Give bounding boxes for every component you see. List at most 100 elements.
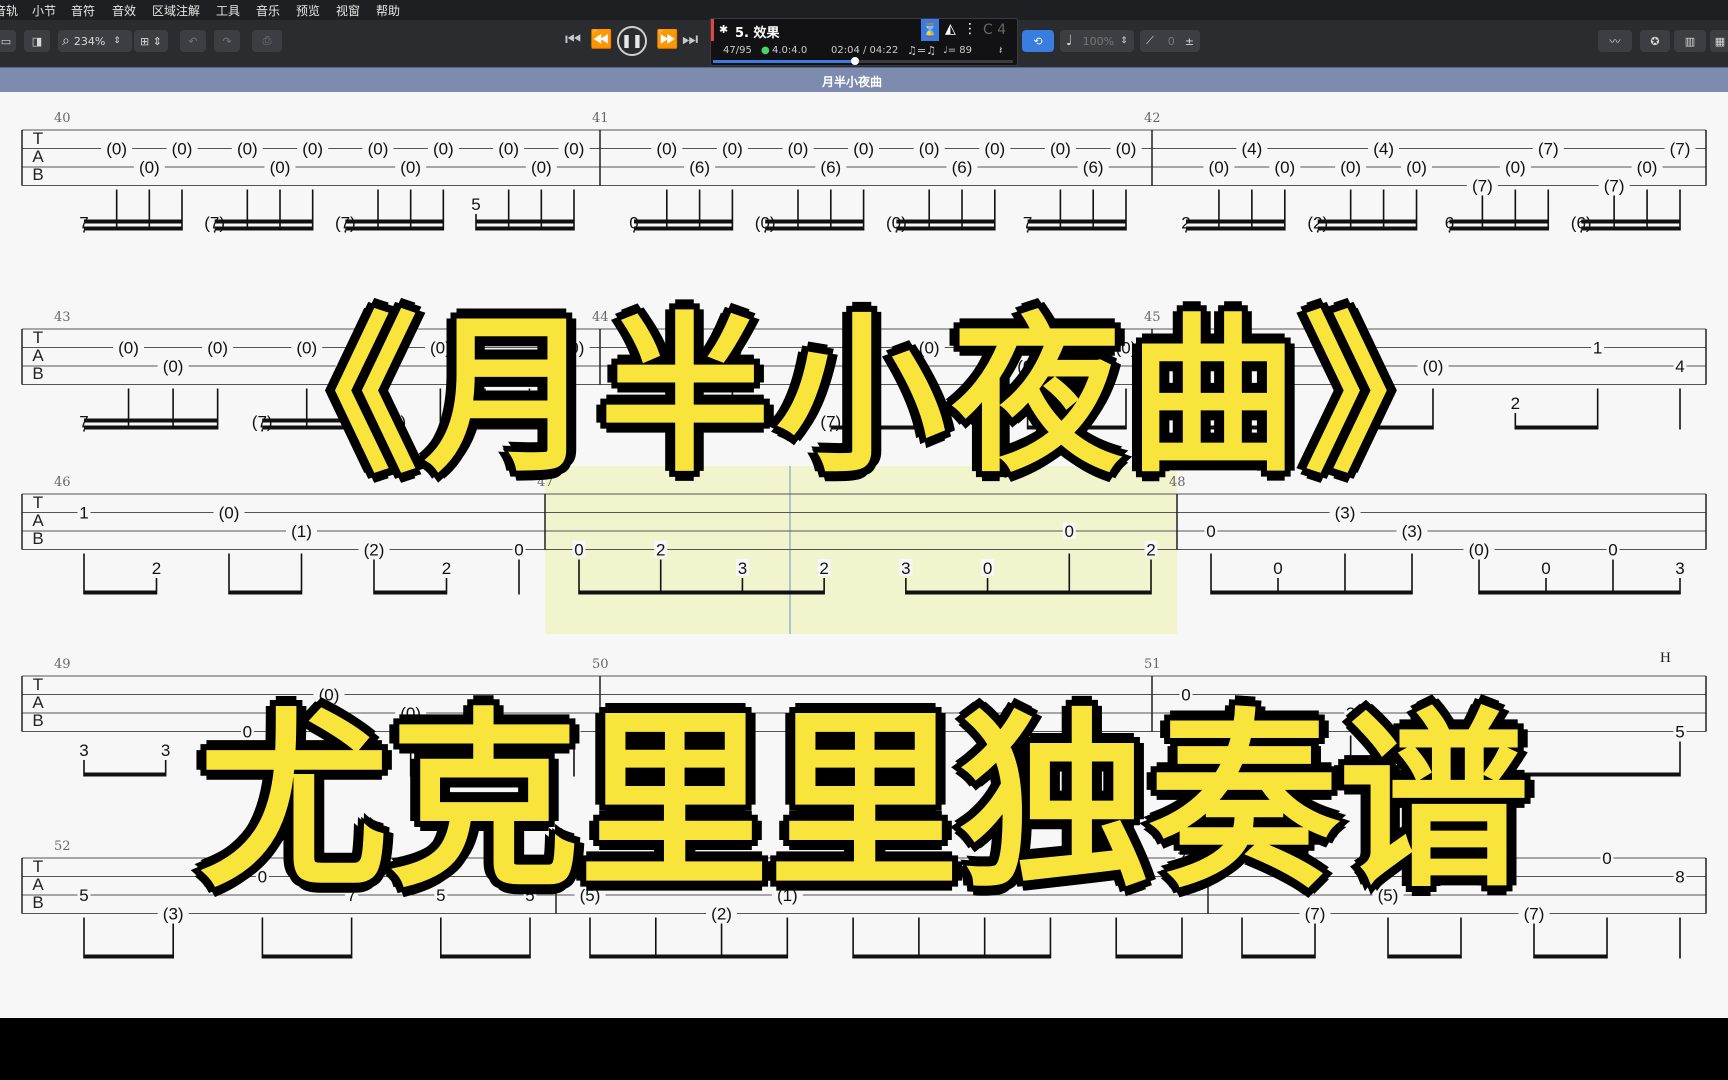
fret-number: 1 bbox=[79, 504, 88, 523]
hourglass-icon[interactable]: ⌛ bbox=[921, 19, 939, 41]
fret-number: 0 bbox=[1206, 522, 1215, 541]
bug-icon: ✱ bbox=[719, 23, 729, 36]
fret-number: (0) bbox=[219, 504, 240, 523]
fret-number: (0) bbox=[400, 158, 421, 177]
progress-knob[interactable] bbox=[850, 57, 859, 65]
beam bbox=[1479, 590, 1680, 595]
fret-number: (0) bbox=[919, 140, 940, 159]
menu-annotation[interactable]: 区域注解 bbox=[152, 2, 200, 19]
fast-forward-icon[interactable]: ⏩ bbox=[656, 31, 678, 49]
beam bbox=[1449, 219, 1549, 224]
pitch-value: 0 bbox=[1167, 34, 1175, 48]
bar-number: 42 bbox=[1144, 111, 1161, 126]
menu-music[interactable]: 音乐 bbox=[256, 2, 280, 19]
fret-number: (0) bbox=[722, 140, 743, 159]
fret-number: (4) bbox=[1373, 140, 1394, 159]
beam bbox=[1388, 954, 1461, 959]
page-view-icon[interactable]: ▭ bbox=[0, 30, 16, 52]
bar-number: 41 bbox=[592, 111, 609, 126]
fret-number: (6) bbox=[820, 158, 841, 177]
beam bbox=[1211, 590, 1412, 595]
menu-bar-measure[interactable]: 小节 bbox=[32, 2, 56, 19]
bar-position: 47/95 bbox=[723, 45, 752, 56]
beam bbox=[84, 226, 182, 231]
beam bbox=[1242, 954, 1315, 959]
pause-button[interactable]: ❚❚ bbox=[617, 26, 647, 56]
guitar-icon[interactable]: ▦ bbox=[1710, 30, 1728, 52]
playback-progress[interactable] bbox=[713, 57, 1013, 65]
zoom-icon: ⌕ bbox=[62, 33, 70, 49]
beam bbox=[896, 226, 995, 231]
redo-icon[interactable]: ↷ bbox=[214, 30, 240, 52]
fret-number: (0) bbox=[1469, 541, 1490, 560]
track-color-marker bbox=[711, 19, 714, 41]
skip-start-icon[interactable]: ⏮ bbox=[565, 31, 581, 49]
fret-number: 0 bbox=[514, 541, 523, 560]
stepper-icon: ⇕ bbox=[1120, 36, 1128, 46]
print-icon[interactable]: ⎙ bbox=[252, 30, 282, 52]
progress-fill bbox=[713, 60, 855, 63]
skip-end-icon[interactable]: ⏭ bbox=[682, 31, 698, 49]
fret-number: 2 bbox=[152, 559, 161, 578]
menu-help[interactable]: 帮助 bbox=[376, 2, 400, 19]
fret-number: (7) bbox=[1670, 140, 1691, 159]
beam bbox=[1186, 226, 1285, 231]
beam bbox=[476, 219, 574, 224]
fret-number: (0) bbox=[1340, 158, 1361, 177]
menu-effects[interactable]: 音效 bbox=[112, 2, 136, 19]
panel-toggle-icon[interactable]: ◨ bbox=[24, 30, 50, 52]
beam bbox=[262, 954, 352, 959]
fret-number: (0) bbox=[984, 140, 1005, 159]
metronome-icon[interactable]: ◭ bbox=[945, 21, 956, 37]
volume-control[interactable]: ♩ 100% ⇕ bbox=[1060, 30, 1134, 52]
rewind-icon[interactable]: ⏪ bbox=[590, 31, 612, 49]
note-icon: ♩ bbox=[1066, 33, 1073, 49]
tab-clef-letter: A bbox=[32, 511, 44, 530]
undo-icon[interactable]: ↶ bbox=[180, 30, 206, 52]
waveform-icon[interactable]: 〰 bbox=[1598, 30, 1632, 52]
piano-icon[interactable]: ▥ bbox=[1674, 30, 1706, 52]
fret-number: (0) bbox=[1637, 158, 1658, 177]
menu-tools[interactable]: 工具 bbox=[216, 2, 240, 19]
fret-number: 0 bbox=[983, 559, 992, 578]
fret-number: (0) bbox=[656, 140, 677, 159]
fret-number: (4) bbox=[1241, 140, 1262, 159]
key-display: C 4 bbox=[983, 22, 1007, 38]
beam bbox=[853, 954, 1051, 959]
beam bbox=[229, 590, 302, 595]
beam bbox=[345, 219, 444, 224]
fret-number: 0 bbox=[1273, 559, 1282, 578]
fret-number: 5 bbox=[471, 195, 480, 214]
menu-track[interactable]: 音轨 bbox=[0, 2, 18, 19]
fret-number: (3) bbox=[1335, 504, 1356, 523]
overlay-title: 《月半小夜曲》 bbox=[245, 295, 1480, 499]
beam bbox=[1317, 219, 1417, 224]
tab-clef-letter: B bbox=[32, 529, 43, 548]
transport-display[interactable]: ✱ 5. 效果 ⌛ ◭ ⋮ C 4 47/95 ● 4.0:4.0 02:04 … bbox=[710, 18, 1018, 66]
loop-toggle[interactable]: ⟲ bbox=[1022, 30, 1054, 52]
menu-note[interactable]: 音符 bbox=[71, 2, 95, 19]
menu-view[interactable]: 视窗 bbox=[336, 2, 360, 19]
beam bbox=[345, 226, 444, 231]
zoom-select[interactable]: ⌕ 234% ⇕ bbox=[58, 30, 132, 52]
fret-number: (0) bbox=[1209, 158, 1230, 177]
fret-number: (0) bbox=[1505, 158, 1526, 177]
fret-number: 0 bbox=[1065, 522, 1074, 541]
pitch-control[interactable]: ⟋ 0 ± bbox=[1140, 30, 1200, 52]
ukulele-icon[interactable]: ✪ bbox=[1640, 30, 1670, 52]
fret-number: 0 bbox=[1608, 541, 1617, 560]
beam bbox=[634, 219, 733, 224]
bottom-bar bbox=[0, 1018, 1728, 1080]
zoom-value: 234% bbox=[73, 34, 106, 48]
menu-preview[interactable]: 预览 bbox=[296, 2, 320, 19]
beam bbox=[1317, 226, 1417, 231]
beam bbox=[214, 219, 313, 224]
beam bbox=[1186, 219, 1285, 224]
beam bbox=[1449, 226, 1549, 231]
menu-bar: 音轨 小节 音符 音效 区域注解 工具 音乐 预览 视窗 帮助 bbox=[0, 0, 1728, 20]
fret-number: 2 bbox=[1146, 541, 1155, 560]
more-icon[interactable]: ⋮ bbox=[963, 21, 977, 37]
tuning-fork-icon: ⟋ bbox=[1146, 34, 1154, 47]
layout-select[interactable]: ⊞ ⇕ bbox=[134, 30, 168, 52]
fret-number: (0) bbox=[302, 140, 323, 159]
